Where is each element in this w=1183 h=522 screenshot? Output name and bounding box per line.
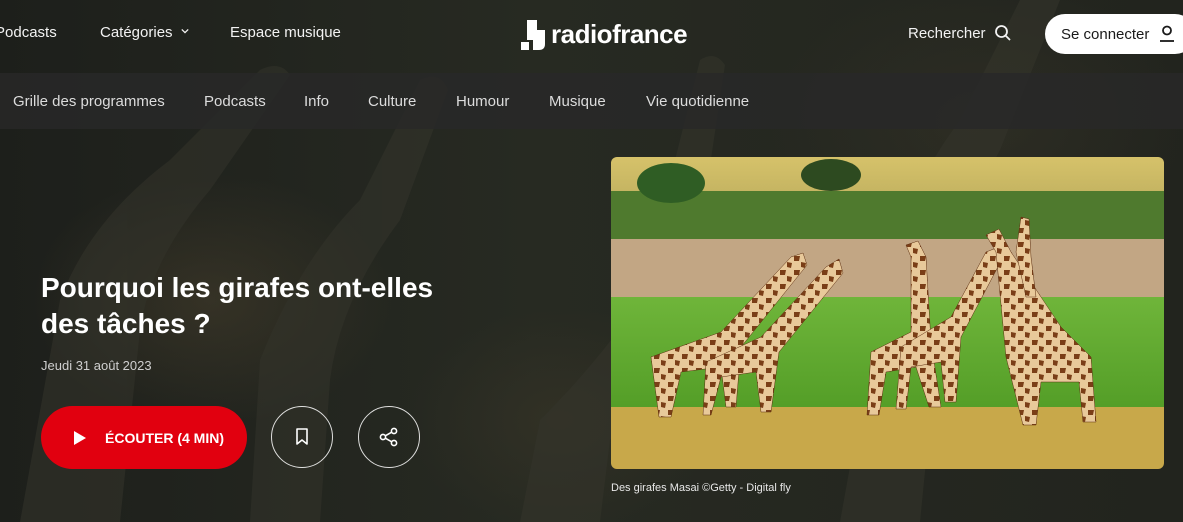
login-button[interactable]: Se connecter [1045, 14, 1183, 54]
nav-categories[interactable]: Catégories [100, 24, 189, 41]
logo-text: radiofrance [551, 18, 688, 49]
nav-podcasts[interactable]: Podcasts [0, 24, 57, 41]
chevron-down-icon [180, 28, 189, 34]
play-icon [74, 430, 86, 445]
subnav-music[interactable]: Musique [549, 93, 606, 110]
subnav-humour[interactable]: Humour [456, 93, 509, 110]
image-caption: Des girafes Masai ©Getty - Digital fly [611, 482, 791, 494]
bookmark-button[interactable] [271, 406, 333, 468]
radiofrance-logo-mark-icon [521, 20, 545, 50]
search-icon [994, 25, 1011, 41]
article-image-giraffes [611, 157, 1164, 469]
listen-button[interactable]: ÉCOUTER (4 MIN) [41, 406, 247, 469]
user-icon [1160, 25, 1175, 42]
nav-music-space[interactable]: Espace musique [230, 24, 341, 41]
subnav-podcasts[interactable]: Podcasts [204, 93, 266, 110]
login-label: Se connecter [1061, 25, 1150, 43]
top-navigation: Podcasts Catégories Espace musique radio… [0, 0, 1183, 72]
radiofrance-logo[interactable]: radiofrance [519, 16, 688, 52]
subnav-culture[interactable]: Culture [368, 93, 416, 110]
page: Podcasts Catégories Espace musique radio… [0, 0, 1183, 522]
nav-categories-label: Catégories [100, 24, 173, 41]
bookmark-icon [296, 428, 308, 445]
search-button[interactable]: Rechercher [908, 24, 1012, 42]
subnav-info[interactable]: Info [304, 93, 329, 110]
search-label: Rechercher [908, 24, 986, 42]
share-icon [379, 427, 398, 447]
share-button[interactable] [358, 406, 420, 468]
category-navigation: Grille des programmes Podcasts Info Cult… [0, 73, 1183, 129]
article-title: Pourquoi les girafes ont-elles des tâche… [41, 272, 434, 339]
article-date: Jeudi 31 août 2023 [41, 358, 152, 373]
subnav-program-grid[interactable]: Grille des programmes [13, 93, 165, 110]
listen-label: ÉCOUTER (4 MIN) [105, 429, 224, 446]
subnav-daily-life[interactable]: Vie quotidienne [646, 93, 749, 110]
